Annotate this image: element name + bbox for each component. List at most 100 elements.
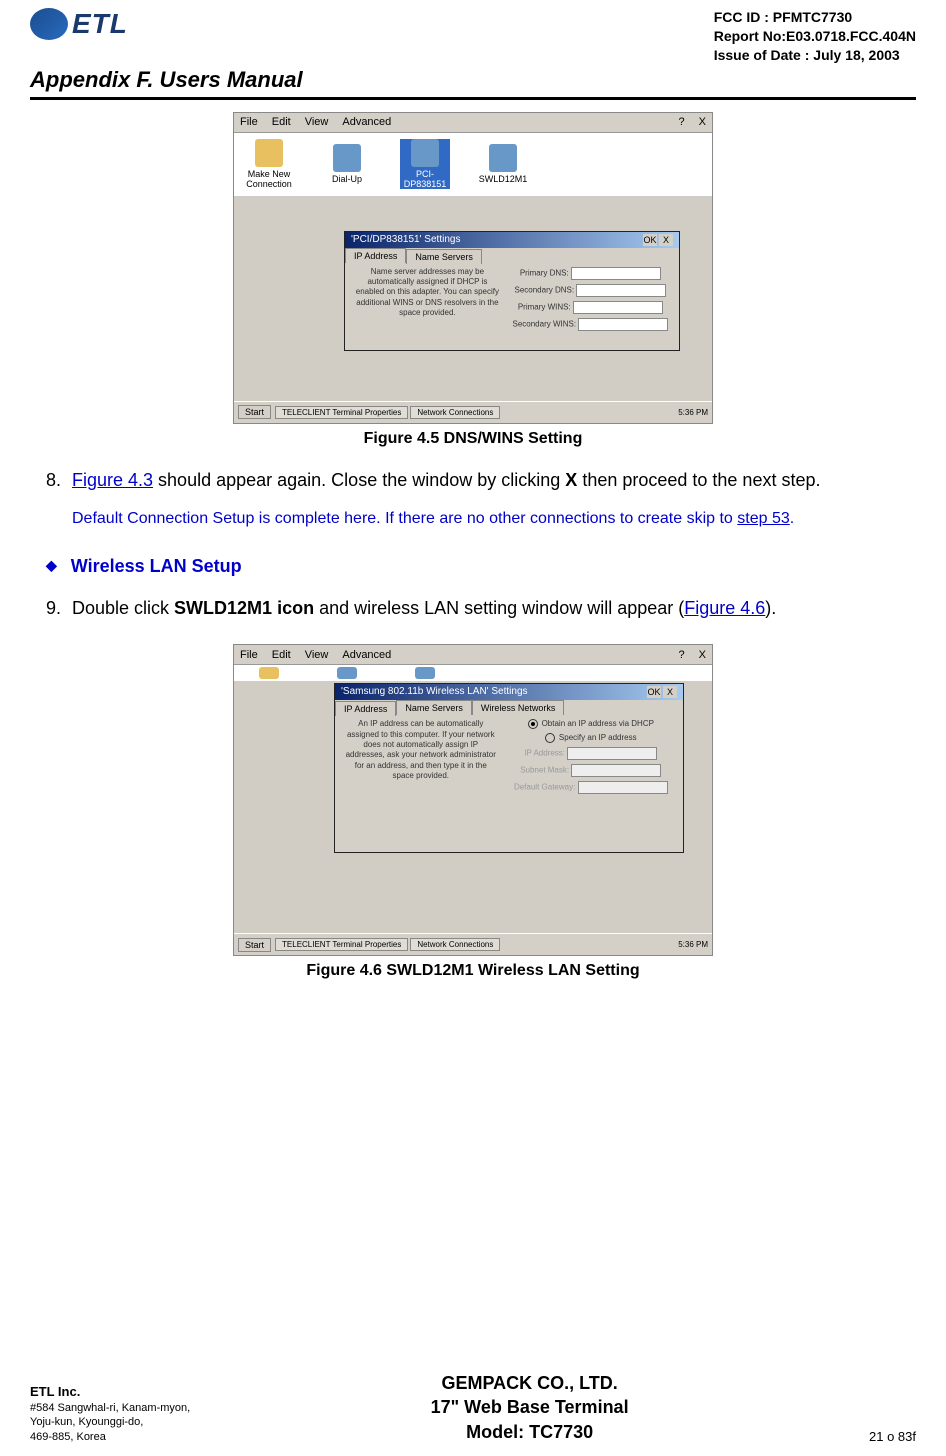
appendix-title: Appendix F. Users Manual xyxy=(0,67,946,97)
menu-view[interactable]: View xyxy=(305,116,329,128)
menu-advanced[interactable]: Advanced xyxy=(342,649,391,661)
radio-specify-ip[interactable] xyxy=(545,733,555,743)
logo-text: ETL xyxy=(72,8,128,40)
dialog-close-button[interactable]: X xyxy=(663,686,677,698)
figure-4-5-caption: Figure 4.5 DNS/WINS Setting xyxy=(0,430,946,448)
icon-pci[interactable]: PCI-DP838151 xyxy=(400,139,450,189)
icon-row-partial xyxy=(234,665,712,681)
dialog-ok-button[interactable]: OK xyxy=(643,234,657,246)
menu-edit[interactable]: Edit xyxy=(272,649,291,661)
screenshot-dns-wins: File Edit View Advanced ? X Make New Con… xyxy=(233,112,713,424)
menu-advanced[interactable]: Advanced xyxy=(342,116,391,128)
window-help-icon[interactable]: ? xyxy=(679,116,685,128)
dialog-ok-button[interactable]: OK xyxy=(647,686,661,698)
dialog-options: Obtain an IP address via DHCP Specify an… xyxy=(507,719,675,798)
taskbar: Start TELECLIENT Terminal Properties Net… xyxy=(234,401,712,423)
dialog-description: An IP address can be automatically assig… xyxy=(343,719,499,798)
dialog-tabs: IP Address Name Servers xyxy=(345,248,679,263)
tab-wireless-networks[interactable]: Wireless Networks xyxy=(472,700,565,715)
footer-addr2: Yoju-kun, Kyounggi-do, xyxy=(30,1415,190,1429)
footer-terminal: 17" Web Base Terminal xyxy=(431,1395,629,1419)
taskbar: Start TELECLIENT Terminal Properties Net… xyxy=(234,933,712,955)
page-number: 21 o 83f xyxy=(869,1429,916,1444)
tab-ip-address[interactable]: IP Address xyxy=(345,248,406,263)
input-default-gateway xyxy=(578,781,668,794)
step-8-number: 8. xyxy=(46,468,72,492)
screenshot-wireless-lan: File Edit View Advanced ? X 'Samsung 802… xyxy=(233,644,713,956)
menu-edit[interactable]: Edit xyxy=(272,116,291,128)
tab-ip-address[interactable]: IP Address xyxy=(335,701,396,716)
icon-row: Make New Connection Dial-Up PCI-DP838151… xyxy=(234,133,712,197)
window-help-icon[interactable]: ? xyxy=(679,649,685,661)
step-9-number: 9. xyxy=(46,596,72,620)
label-default-gateway: Default Gateway: xyxy=(514,783,575,792)
step-9: 9. Double click SWLD12M1 icon and wirele… xyxy=(46,596,900,620)
x-key: X xyxy=(565,470,577,490)
body-content: 8. Figure 4.3 should appear again. Close… xyxy=(0,468,946,620)
radio-dhcp[interactable] xyxy=(528,719,538,729)
tab-name-servers[interactable]: Name Servers xyxy=(406,249,482,264)
input-secondary-wins[interactable] xyxy=(578,318,668,331)
link-step-53[interactable]: step 53 xyxy=(737,510,789,527)
input-primary-wins[interactable] xyxy=(573,301,663,314)
figure-4-6-caption: Figure 4.6 SWLD12M1 Wireless LAN Setting xyxy=(0,962,946,980)
start-button[interactable]: Start xyxy=(238,405,271,419)
footer-model: Model: TC7730 xyxy=(431,1420,629,1444)
link-figure-4-6[interactable]: Figure 4.6 xyxy=(684,598,765,618)
taskbar-clock: 5:36 PM xyxy=(678,408,708,417)
footer-addr1: #584 Sangwhal-ri, Kanam-myon, xyxy=(30,1401,190,1415)
label-primary-wins: Primary WINS: xyxy=(518,302,571,311)
label-secondary-wins: Secondary WINS: xyxy=(512,319,576,328)
header-info-block: FCC ID : PFMTC7730 Report No:E03.0718.FC… xyxy=(714,8,916,65)
report-no: Report No:E03.0718.FCC.404N xyxy=(714,27,916,46)
taskbar-item-terminal[interactable]: TELECLIENT Terminal Properties xyxy=(275,938,408,951)
menu-file[interactable]: File xyxy=(240,649,258,661)
input-primary-dns[interactable] xyxy=(571,267,661,280)
tab-name-servers[interactable]: Name Servers xyxy=(396,700,472,715)
logo: ETL xyxy=(30,8,128,40)
window-close-icon[interactable]: X xyxy=(699,649,706,661)
dialog-description: Name server addresses may be automatical… xyxy=(353,267,502,335)
input-ip-address xyxy=(567,747,657,760)
taskbar-clock: 5:36 PM xyxy=(678,940,708,949)
input-subnet-mask xyxy=(571,764,661,777)
dialog-tabs: IP Address Name Servers Wireless Network… xyxy=(335,700,683,715)
label-secondary-dns: Secondary DNS: xyxy=(514,285,574,294)
menu-view[interactable]: View xyxy=(305,649,329,661)
input-secondary-dns[interactable] xyxy=(576,284,666,297)
dialog-close-button[interactable]: X xyxy=(659,234,673,246)
diamond-bullet-icon: ◆ xyxy=(46,556,57,575)
taskbar-item-terminal[interactable]: TELECLIENT Terminal Properties xyxy=(275,406,408,419)
dialog-titlebar: 'Samsung 802.11b Wireless LAN' Settings … xyxy=(335,684,683,700)
taskbar-item-network[interactable]: Network Connections xyxy=(410,406,500,419)
window-menubar: File Edit View Advanced ? X xyxy=(234,113,712,133)
icon-make-new-connection[interactable]: Make New Connection xyxy=(244,139,294,189)
label-ip-address: IP Address: xyxy=(524,749,565,758)
taskbar-item-network[interactable]: Network Connections xyxy=(410,938,500,951)
footer-gempack: GEMPACK CO., LTD. xyxy=(431,1371,629,1395)
dialog-title-text: 'PCI/DP838151' Settings xyxy=(351,234,460,246)
icon-dialup[interactable]: Dial-Up xyxy=(322,144,372,184)
issue-date: Issue of Date : July 18, 2003 xyxy=(714,46,916,65)
dialog-body: Name server addresses may be automatical… xyxy=(345,263,679,339)
footer-addr3: 469-885, Korea xyxy=(30,1430,190,1444)
icon-swld12m1[interactable]: SWLD12M1 xyxy=(478,144,528,184)
completion-note: Default Connection Setup is complete her… xyxy=(46,508,900,530)
page-footer: ETL Inc. #584 Sangwhal-ri, Kanam-myon, Y… xyxy=(0,1371,946,1444)
footer-company: ETL Inc. xyxy=(30,1384,190,1401)
link-figure-4-3[interactable]: Figure 4.3 xyxy=(72,470,153,490)
figure-4-6-container: File Edit View Advanced ? X 'Samsung 802… xyxy=(0,644,946,980)
dialog-fields: Primary DNS: Secondary DNS: Primary WINS… xyxy=(510,267,671,335)
dialog-title-text: 'Samsung 802.11b Wireless LAN' Settings xyxy=(341,686,528,698)
footer-left-block: ETL Inc. #584 Sangwhal-ri, Kanam-myon, Y… xyxy=(30,1384,190,1444)
window-close-icon[interactable]: X xyxy=(699,116,706,128)
wireless-settings-dialog: 'Samsung 802.11b Wireless LAN' Settings … xyxy=(334,683,684,853)
step-8: 8. Figure 4.3 should appear again. Close… xyxy=(46,468,900,492)
label-subnet-mask: Subnet Mask: xyxy=(520,766,569,775)
logo-icon xyxy=(30,8,68,40)
dialog-titlebar: 'PCI/DP838151' Settings OKX xyxy=(345,232,679,248)
step-8-text: Figure 4.3 should appear again. Close th… xyxy=(72,468,820,492)
menu-file[interactable]: File xyxy=(240,116,258,128)
start-button[interactable]: Start xyxy=(238,938,271,952)
footer-center-block: GEMPACK CO., LTD. 17" Web Base Terminal … xyxy=(431,1371,629,1444)
